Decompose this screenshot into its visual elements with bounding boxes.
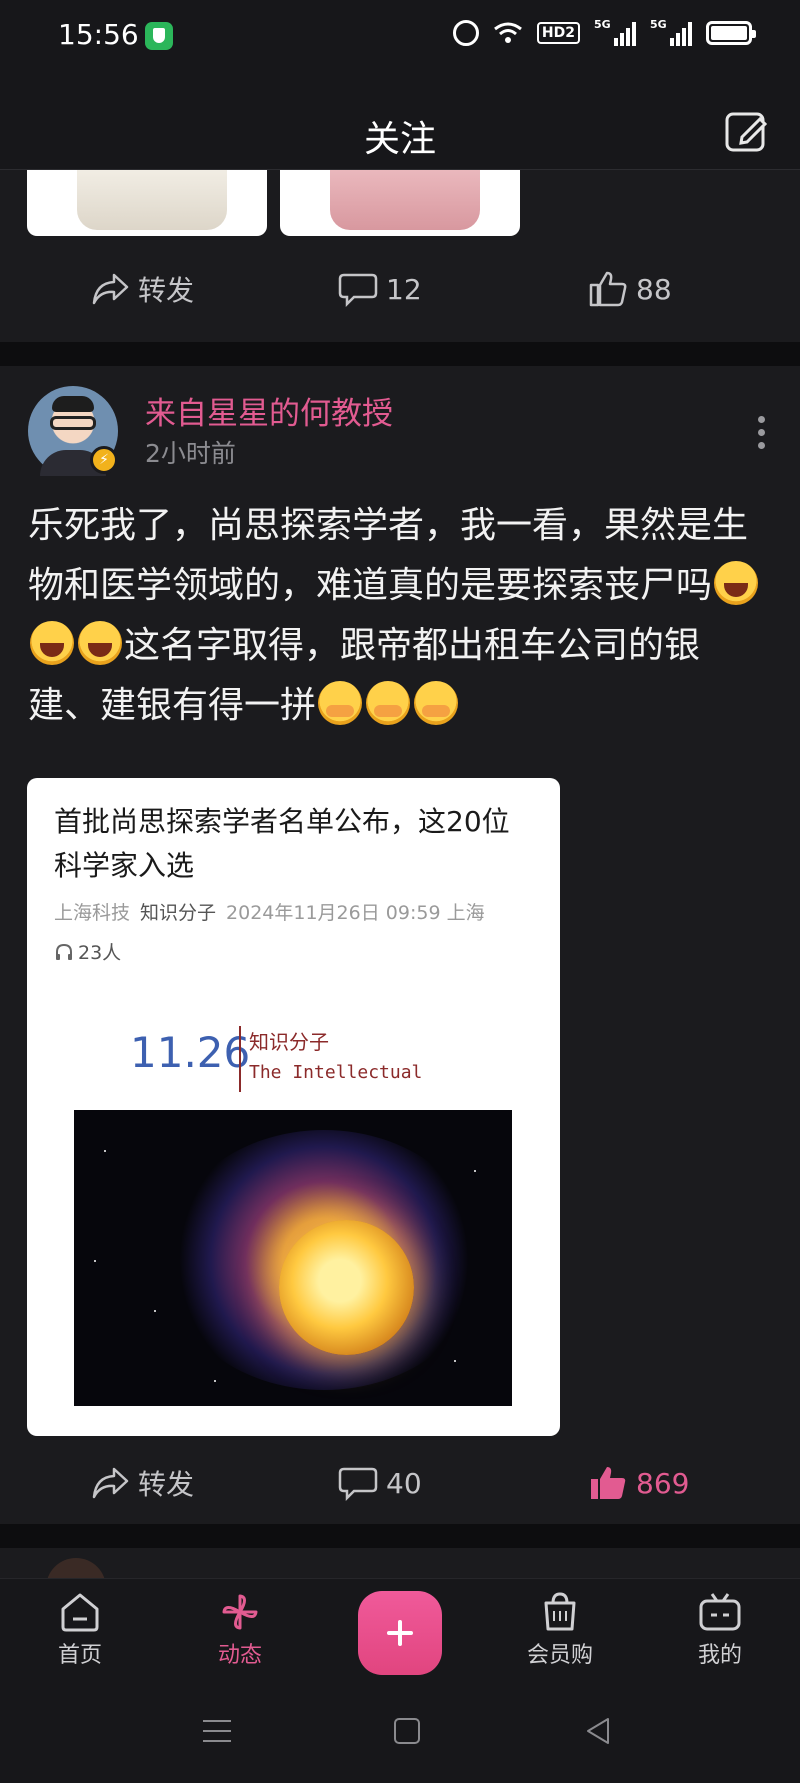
product-thumbnail[interactable] <box>280 170 520 236</box>
article-title: 首批尚思探索学者名单公布，这20位科学家入选 <box>54 805 510 882</box>
more-options-icon[interactable] <box>758 416 766 450</box>
recent-apps-icon[interactable] <box>203 1720 231 1744</box>
pinwheel-icon <box>222 1594 258 1630</box>
thumb-up-filled-icon <box>591 1467 626 1499</box>
signal-1-icon: 5G <box>594 18 636 46</box>
post-divider <box>0 342 800 366</box>
brand-name-en: The Intellectual <box>249 1062 423 1083</box>
home-icon <box>61 1593 99 1632</box>
feed[interactable]: 转发 12 88 ⚡ 来自星星的何教授 2小时前 乐死我了，尚思探索学者，我一看… <box>0 170 800 1608</box>
nav-me[interactable]: 我的 <box>670 1591 770 1669</box>
nav-dynamic-label: 动态 <box>217 1643 262 1668</box>
comment-button[interactable]: 12 <box>338 236 422 342</box>
nav-home[interactable]: 首页 <box>30 1591 130 1669</box>
thumb-up-icon <box>589 271 627 307</box>
like-button[interactable]: 869 <box>588 1442 689 1524</box>
laugh-emoji-icon <box>78 621 122 665</box>
post-author-name[interactable]: 来自星星的何教授 <box>145 388 393 433</box>
network-type-1: 5G <box>594 18 611 31</box>
page-header: 关注 <box>0 72 800 170</box>
nav-me-label: 我的 <box>697 1643 742 1668</box>
signal-2-icon: 5G <box>650 18 692 46</box>
brand-date: 11.26 <box>130 1028 251 1077</box>
nav-member-shop-label: 会员购 <box>526 1643 593 1668</box>
like-button[interactable]: 88 <box>588 236 672 342</box>
giggle-emoji-icon <box>414 681 459 725</box>
previous-post: 转发 12 88 <box>0 170 800 342</box>
post-text: 乐死我了，尚思探索学者，我一看，果然是生物和医学领域的，难道真的是要探索丧尸吗这… <box>28 496 768 736</box>
home-square-icon[interactable] <box>394 1718 420 1744</box>
post-divider <box>0 1524 800 1548</box>
post-text-part-1: 乐死我了，尚思探索学者，我一看，果然是生物和医学领域的，难道真的是要探索丧尸吗 <box>28 505 749 606</box>
nav-home-label: 首页 <box>57 1643 102 1668</box>
comment-icon <box>338 1467 378 1501</box>
article-publisher: 上海科技 <box>54 902 131 924</box>
system-nav-bar <box>0 1682 800 1783</box>
nav-member-shop[interactable]: 会员购 <box>510 1591 610 1669</box>
compose-edit-icon[interactable] <box>724 109 770 155</box>
create-post-button[interactable] <box>358 1591 442 1675</box>
laugh-emoji-icon <box>714 561 759 605</box>
shopping-bag-icon <box>544 1592 576 1631</box>
like-count: 88 <box>636 272 672 306</box>
post-text-part-2: 这名字取得，跟帝都出租车公司的银建、建银有得一拼 <box>28 625 701 726</box>
like-count: 869 <box>636 1466 690 1500</box>
alarm-icon <box>452 20 479 46</box>
article-source[interactable]: 知识分子 <box>140 902 216 924</box>
headphones-icon <box>56 943 72 960</box>
network-type-2: 5G <box>650 18 667 31</box>
brand-name-cn: 知识分子 <box>249 1030 329 1054</box>
forward-label: 转发 <box>138 1468 195 1501</box>
back-triangle-icon[interactable] <box>584 1716 612 1750</box>
bottom-nav: 首页 动态 会员购 我的 <box>0 1578 800 1682</box>
forward-label: 转发 <box>138 274 195 307</box>
hd-voice-badge: HD2 <box>536 22 580 44</box>
forward-button[interactable]: 转发 <box>90 1442 194 1524</box>
tv-face-icon <box>699 1593 741 1631</box>
comment-count: 12 <box>386 272 422 306</box>
comment-count: 40 <box>386 1466 422 1500</box>
verified-badge-icon: ⚡ <box>90 446 118 474</box>
giggle-emoji-icon <box>366 681 411 725</box>
article-location: 上海 <box>446 902 485 924</box>
comment-icon <box>338 273 378 307</box>
forward-icon <box>92 1467 129 1499</box>
page-title: 关注 <box>363 119 436 160</box>
shared-article-card[interactable]: 首批尚思探索学者名单公布，这20位科学家入选 上海科技 知识分子 2024年11月2… <box>27 778 560 1436</box>
battery-icon <box>706 21 756 45</box>
wifi-icon <box>493 21 523 45</box>
forward-button[interactable]: 转发 <box>90 236 194 342</box>
post-actions: 转发 40 869 <box>0 1442 800 1524</box>
laugh-emoji-icon <box>30 621 74 665</box>
brand-divider <box>239 1026 241 1092</box>
comment-button[interactable]: 40 <box>338 1442 422 1524</box>
article-image-star-flare <box>74 1110 512 1406</box>
previous-post-actions: 转发 12 88 <box>0 236 800 342</box>
post-time: 2小时前 <box>145 439 236 468</box>
security-shield-icon <box>145 22 173 50</box>
status-time: 15:56 <box>58 18 139 51</box>
article-listeners: 23人 <box>54 938 121 965</box>
feed-post[interactable]: ⚡ 来自星星的何教授 2小时前 乐死我了，尚思探索学者，我一看，果然是生物和医学… <box>0 366 800 1524</box>
nav-dynamic[interactable]: 动态 <box>190 1591 290 1669</box>
listener-count: 23人 <box>78 942 122 964</box>
forward-icon <box>92 273 129 305</box>
product-thumbnail[interactable] <box>27 170 267 236</box>
article-datetime: 2024年11月26日 09:59 <box>226 902 441 924</box>
status-bar: 15:56 HD2 5G 5G <box>0 0 800 72</box>
status-icons: HD2 5G 5G <box>452 18 756 46</box>
giggle-emoji-icon <box>318 681 363 725</box>
article-meta: 上海科技 知识分子 2024年11月26日 09:59 上海 <box>54 898 544 925</box>
